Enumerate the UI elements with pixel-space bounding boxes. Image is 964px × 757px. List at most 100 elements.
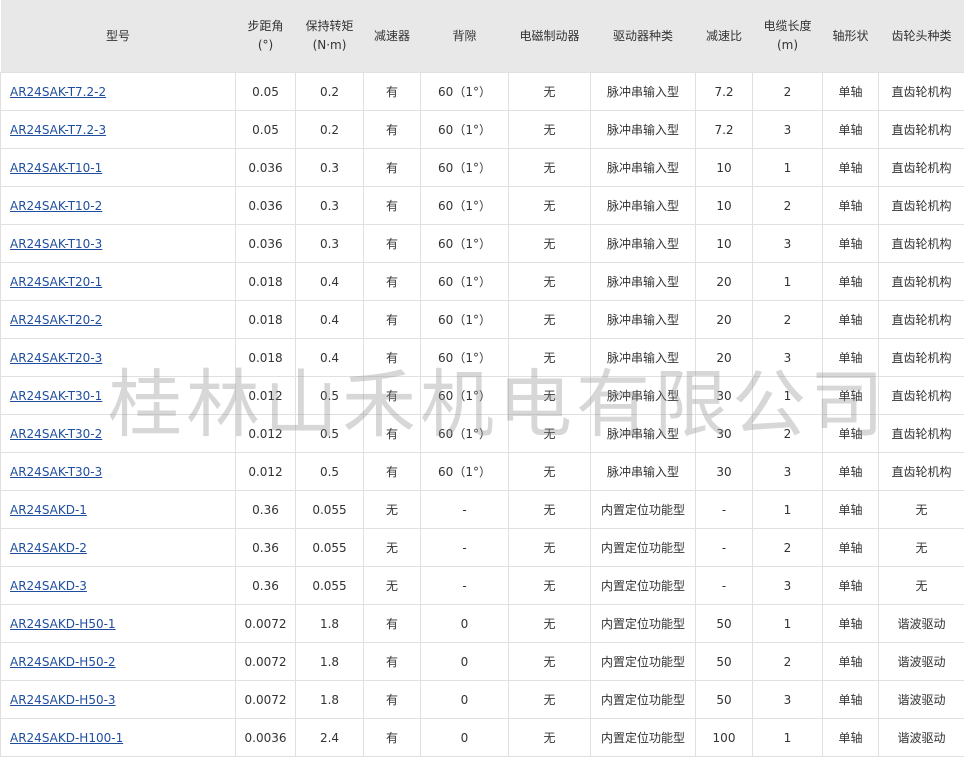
model-link[interactable]: AR24SAK-T30-1 <box>10 389 102 403</box>
table-row: AR24SAK-T7.2-20.050.2有60（1°）无脉冲串输入型7.22单… <box>1 73 964 111</box>
model-link[interactable]: AR24SAK-T20-1 <box>10 275 102 289</box>
model-link[interactable]: AR24SAK-T10-3 <box>10 237 102 251</box>
cell-reducer: 有 <box>364 339 421 377</box>
header-label: 背隙 <box>423 27 507 46</box>
header-holding-torque: 保持转矩(N·m) <box>296 0 364 73</box>
cell-holding-torque: 0.055 <box>296 567 364 605</box>
header-cable-length: 电缆长度(m) <box>753 0 823 73</box>
header-gear-ratio: 减速比 <box>696 0 753 73</box>
header-label: 电缆长度 <box>755 17 821 36</box>
cell-driver-type: 内置定位功能型 <box>591 681 696 719</box>
cell-model: AR24SAK-T20-1 <box>1 263 236 301</box>
table-row: AR24SAK-T10-10.0360.3有60（1°）无脉冲串输入型101单轴… <box>1 149 964 187</box>
cell-driver-type: 内置定位功能型 <box>591 529 696 567</box>
cell-shaft-shape: 单轴 <box>823 377 879 415</box>
cell-driver-type: 脉冲串输入型 <box>591 339 696 377</box>
cell-gearhead-type: 谐波驱动 <box>879 605 964 643</box>
cell-backlash: 60（1°） <box>421 149 509 187</box>
cell-step-angle: 0.05 <box>236 111 296 149</box>
model-link[interactable]: AR24SAK-T10-1 <box>10 161 102 175</box>
cell-shaft-shape: 单轴 <box>823 111 879 149</box>
cell-backlash: 0 <box>421 643 509 681</box>
model-link[interactable]: AR24SAKD-H50-3 <box>10 693 116 707</box>
cell-holding-torque: 2.4 <box>296 719 364 757</box>
model-link[interactable]: AR24SAK-T20-3 <box>10 351 102 365</box>
cell-cable-length: 3 <box>753 339 823 377</box>
cell-gear-ratio: 30 <box>696 415 753 453</box>
table-row: AR24SAK-T30-10.0120.5有60（1°）无脉冲串输入型301单轴… <box>1 377 964 415</box>
cell-backlash: - <box>421 567 509 605</box>
table-row: AR24SAK-T20-20.0180.4有60（1°）无脉冲串输入型202单轴… <box>1 301 964 339</box>
table-row: AR24SAK-T10-20.0360.3有60（1°）无脉冲串输入型102单轴… <box>1 187 964 225</box>
cell-driver-type: 脉冲串输入型 <box>591 415 696 453</box>
cell-holding-torque: 0.2 <box>296 111 364 149</box>
cell-driver-type: 内置定位功能型 <box>591 567 696 605</box>
cell-cable-length: 1 <box>753 377 823 415</box>
cell-gear-ratio: 30 <box>696 377 753 415</box>
model-link[interactable]: AR24SAK-T7.2-2 <box>10 85 106 99</box>
model-link[interactable]: AR24SAKD-H100-1 <box>10 731 123 745</box>
table-row: AR24SAK-T30-30.0120.5有60（1°）无脉冲串输入型303单轴… <box>1 453 964 491</box>
cell-driver-type: 脉冲串输入型 <box>591 301 696 339</box>
cell-reducer: 有 <box>364 149 421 187</box>
header-label: 电磁制动器 <box>511 27 589 46</box>
cell-gear-ratio: 10 <box>696 187 753 225</box>
model-link[interactable]: AR24SAK-T20-2 <box>10 313 102 327</box>
table-row: AR24SAK-T7.2-30.050.2有60（1°）无脉冲串输入型7.23单… <box>1 111 964 149</box>
cell-holding-torque: 0.5 <box>296 377 364 415</box>
cell-cable-length: 1 <box>753 263 823 301</box>
header-label: 减速比 <box>698 27 751 46</box>
table-row: AR24SAKD-H50-30.00721.8有0无内置定位功能型503单轴谐波… <box>1 681 964 719</box>
header-reducer: 减速器 <box>364 0 421 73</box>
cell-model: AR24SAKD-H50-3 <box>1 681 236 719</box>
model-link[interactable]: AR24SAKD-3 <box>10 579 87 593</box>
cell-cable-length: 1 <box>753 605 823 643</box>
cell-holding-torque: 1.8 <box>296 605 364 643</box>
model-link[interactable]: AR24SAK-T10-2 <box>10 199 102 213</box>
cell-holding-torque: 0.3 <box>296 225 364 263</box>
cell-brake: 无 <box>509 719 591 757</box>
cell-step-angle: 0.36 <box>236 529 296 567</box>
model-link[interactable]: AR24SAKD-H50-1 <box>10 617 116 631</box>
cell-gearhead-type: 无 <box>879 529 964 567</box>
cell-holding-torque: 0.4 <box>296 301 364 339</box>
cell-holding-torque: 0.5 <box>296 453 364 491</box>
cell-model: AR24SAKD-1 <box>1 491 236 529</box>
table-row: AR24SAKD-30.360.055无-无内置定位功能型-3单轴无 <box>1 567 964 605</box>
cell-brake: 无 <box>509 339 591 377</box>
table-row: AR24SAK-T10-30.0360.3有60（1°）无脉冲串输入型103单轴… <box>1 225 964 263</box>
header-shaft-shape: 轴形状 <box>823 0 879 73</box>
cell-reducer: 有 <box>364 719 421 757</box>
cell-model: AR24SAKD-2 <box>1 529 236 567</box>
model-link[interactable]: AR24SAKD-H50-2 <box>10 655 116 669</box>
header-label: 齿轮头种类 <box>881 27 963 46</box>
cell-gearhead-type: 无 <box>879 567 964 605</box>
cell-brake: 无 <box>509 149 591 187</box>
cell-shaft-shape: 单轴 <box>823 301 879 339</box>
cell-cable-length: 1 <box>753 491 823 529</box>
cell-cable-length: 2 <box>753 415 823 453</box>
cell-cable-length: 3 <box>753 567 823 605</box>
model-link[interactable]: AR24SAKD-2 <box>10 541 87 555</box>
cell-gearhead-type: 直齿轮机构 <box>879 453 964 491</box>
cell-driver-type: 脉冲串输入型 <box>591 225 696 263</box>
model-link[interactable]: AR24SAKD-1 <box>10 503 87 517</box>
table-row: AR24SAK-T30-20.0120.5有60（1°）无脉冲串输入型302单轴… <box>1 415 964 453</box>
cell-cable-length: 1 <box>753 719 823 757</box>
model-link[interactable]: AR24SAK-T30-2 <box>10 427 102 441</box>
cell-holding-torque: 0.3 <box>296 149 364 187</box>
cell-holding-torque: 1.8 <box>296 681 364 719</box>
cell-gearhead-type: 谐波驱动 <box>879 643 964 681</box>
cell-gear-ratio: 20 <box>696 339 753 377</box>
cell-gearhead-type: 直齿轮机构 <box>879 377 964 415</box>
model-link[interactable]: AR24SAK-T7.2-3 <box>10 123 106 137</box>
cell-gear-ratio: 7.2 <box>696 73 753 111</box>
cell-gear-ratio: 20 <box>696 263 753 301</box>
cell-reducer: 有 <box>364 111 421 149</box>
model-link[interactable]: AR24SAK-T30-3 <box>10 465 102 479</box>
cell-shaft-shape: 单轴 <box>823 73 879 111</box>
cell-model: AR24SAK-T30-1 <box>1 377 236 415</box>
product-spec-table: 型号步距角(°)保持转矩(N·m)减速器背隙电磁制动器驱动器种类减速比电缆长度(… <box>0 0 964 757</box>
cell-backlash: 60（1°） <box>421 453 509 491</box>
cell-brake: 无 <box>509 263 591 301</box>
